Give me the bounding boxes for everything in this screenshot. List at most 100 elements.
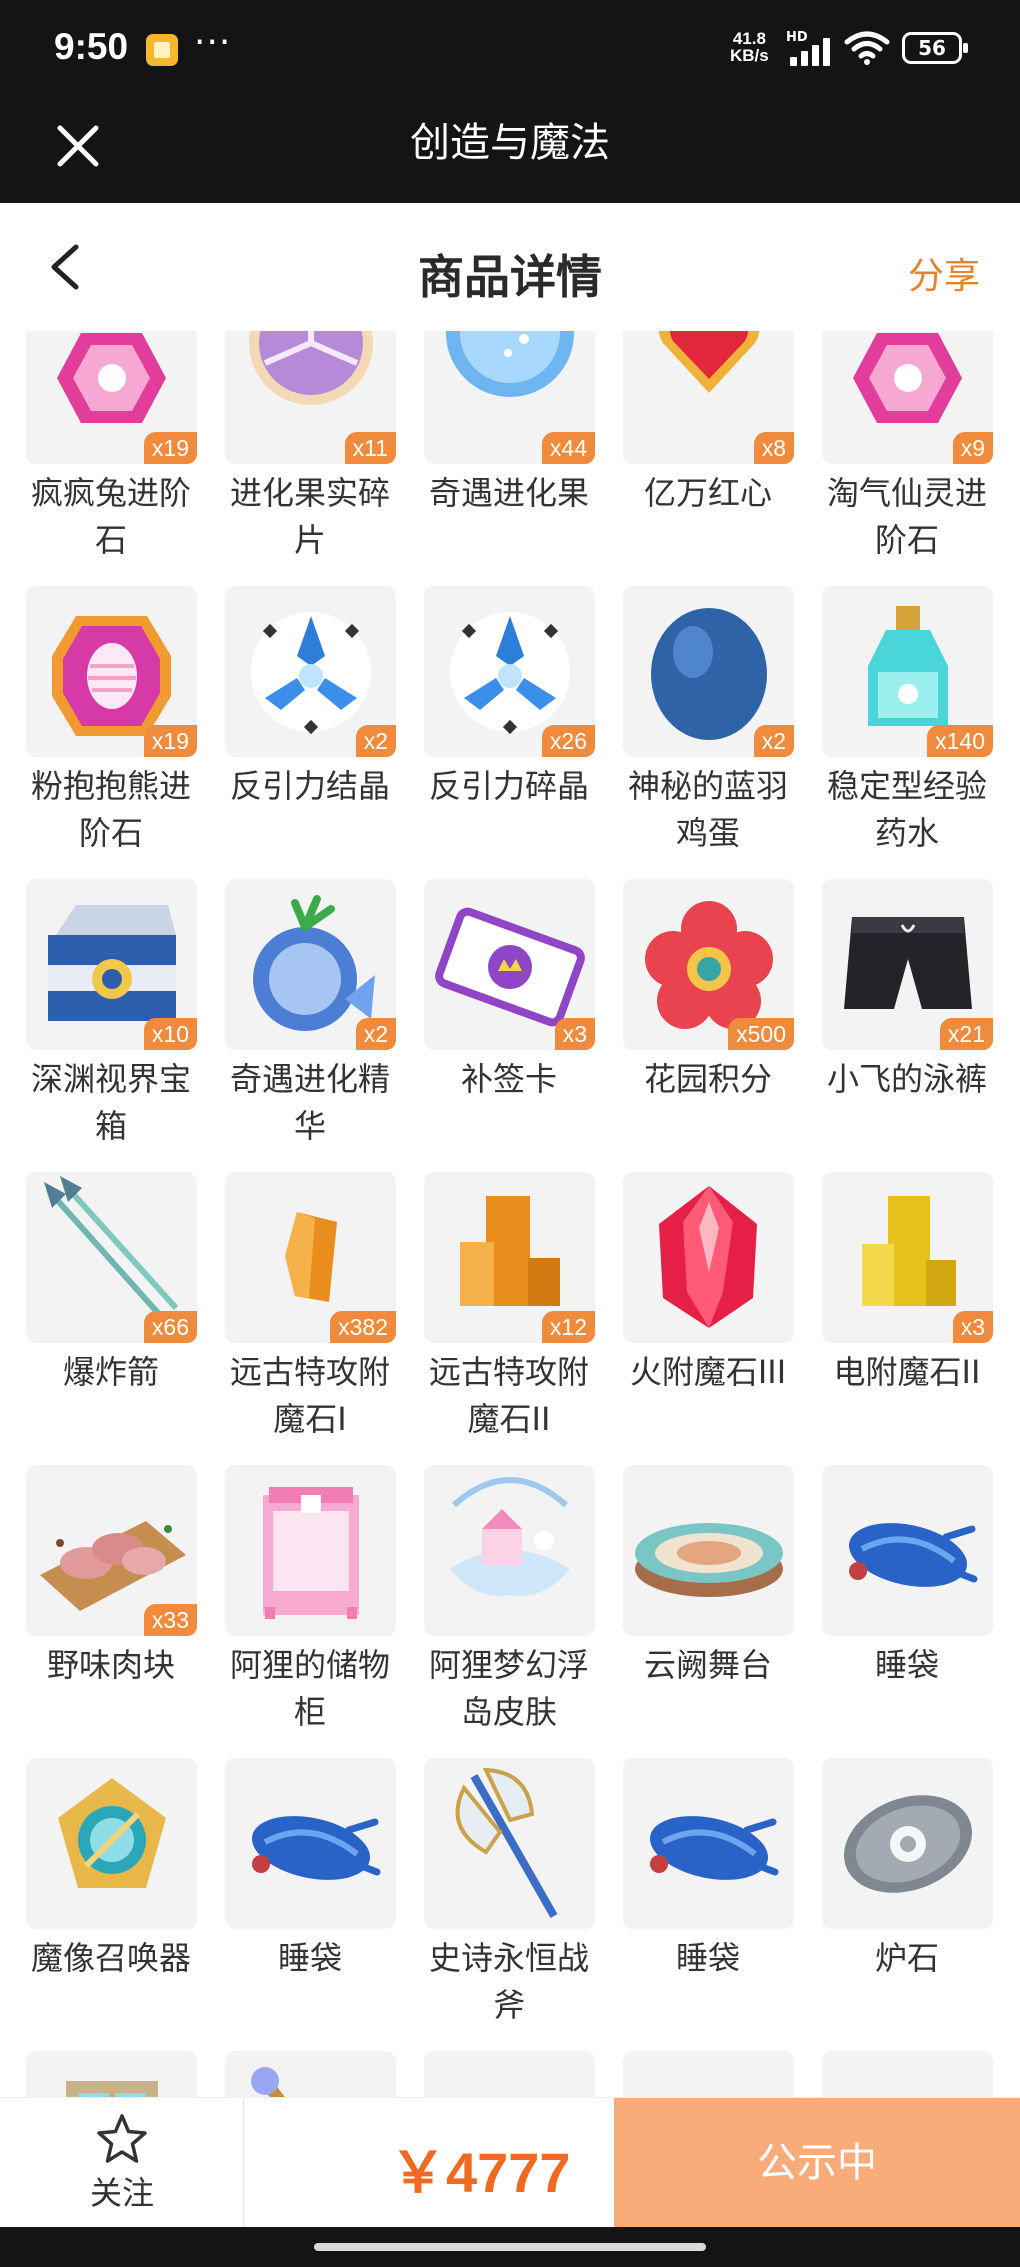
item-name: 神秘的蓝羽鸡蛋 xyxy=(627,767,788,852)
item-card[interactable]: x10 深渊视界宝箱 xyxy=(26,879,197,1172)
item-name: 远古特攻附魔石II xyxy=(428,1353,589,1438)
item-thumbnail xyxy=(424,2051,595,2097)
item-card[interactable]: x3 补签卡 xyxy=(424,879,595,1172)
item-count-badge: x140 xyxy=(927,725,993,757)
item-card[interactable]: x19 疯疯兔进阶石 xyxy=(26,331,197,586)
item-card[interactable]: 阿狸梦幻浮岛皮肤 xyxy=(424,1465,595,1758)
wifi-icon xyxy=(844,31,890,65)
item-card[interactable]: x44 奇遇进化果 xyxy=(424,331,595,586)
item-card[interactable]: x26 反引力碎晶 xyxy=(424,586,595,879)
item-card[interactable]: 魔像召唤器 xyxy=(26,1758,197,2051)
status-button[interactable]: 公示中 xyxy=(614,2098,1020,2228)
item-name: 奇遇进化果 xyxy=(428,474,589,512)
item-name: 补签卡 xyxy=(460,1060,557,1098)
item-count-badge: x2 xyxy=(355,1018,396,1050)
item-name: 阿狸梦幻浮岛皮肤 xyxy=(428,1646,589,1731)
items-grid: x19 疯疯兔进阶石 x11 进化果实碎片 x44 奇遇进化果 x8 亿万红心 x9 淘气仙灵进阶… xyxy=(26,331,996,2097)
item-count-badge: x9 xyxy=(952,432,993,464)
item-name: 史诗永恒战斧 xyxy=(428,1939,589,2024)
share-button[interactable]: 分享 xyxy=(908,247,980,299)
item-card[interactable]: x21 小飞的泳裤 xyxy=(822,879,993,1172)
page-title: 商品详情 xyxy=(418,250,602,304)
item-card[interactable]: x2 奇遇进化精华 xyxy=(225,879,396,1172)
item-card[interactable] xyxy=(225,2051,396,2097)
item-count-badge: x66 xyxy=(143,1311,197,1343)
item-card[interactable]: x500 花园积分 xyxy=(623,879,794,1172)
item-thumbnail: x500 xyxy=(623,879,794,1050)
item-name: 炉石 xyxy=(874,1939,939,1977)
item-card[interactable] xyxy=(26,2051,197,2097)
item-card[interactable]: 睡袋 xyxy=(822,1465,993,1758)
item-count-badge: x500 xyxy=(728,1018,794,1050)
item-card[interactable]: x19 粉抱抱熊进阶石 xyxy=(26,586,197,879)
item-count-badge: x26 xyxy=(541,725,595,757)
item-card[interactable]: 睡袋 xyxy=(225,1758,396,2051)
item-card[interactable]: x2 反引力结晶 xyxy=(225,586,396,879)
item-name: 火附魔石III xyxy=(629,1353,787,1391)
item-thumbnail xyxy=(822,2051,993,2097)
blue-sleeping-bag-icon xyxy=(848,1523,978,1587)
item-card[interactable]: x3 电附魔石II xyxy=(822,1172,993,1465)
item-name: 奇遇进化精华 xyxy=(229,1060,390,1145)
item-thumbnail: x19 xyxy=(26,586,197,757)
item-card[interactable]: 火附魔石III xyxy=(623,1172,794,1465)
item-name: 睡袋 xyxy=(277,1939,342,1977)
item-card[interactable]: 睡袋 xyxy=(623,1758,794,2051)
item-name: 花园积分 xyxy=(643,1060,772,1098)
item-count-badge: x8 xyxy=(753,432,794,464)
item-thumbnail: x10 xyxy=(26,879,197,1050)
item-card[interactable]: 云阙舞台 xyxy=(623,1465,794,1758)
item-card[interactable]: x33 野味肉块 xyxy=(26,1465,197,1758)
network-speed: 41.8 KB/s xyxy=(730,30,769,64)
item-card[interactable] xyxy=(424,2051,595,2097)
item-card[interactable]: x9 淘气仙灵进阶石 xyxy=(822,331,993,586)
item-card[interactable]: x11 进化果实碎片 xyxy=(225,331,396,586)
item-card[interactable]: x8 亿万红心 xyxy=(623,331,794,586)
item-count-badge: x33 xyxy=(143,1604,197,1636)
item-card[interactable] xyxy=(822,2051,993,2097)
item-thumbnail xyxy=(623,2051,794,2097)
item-card[interactable]: x12 远古特攻附魔石II xyxy=(424,1172,595,1465)
item-name: 稳定型经验药水 xyxy=(826,767,987,852)
round-stage-icon xyxy=(635,1523,783,1597)
item-thumbnail: x3 xyxy=(822,1172,993,1343)
home-indicator[interactable] xyxy=(314,2243,706,2251)
item-name: 睡袋 xyxy=(675,1939,740,1977)
item-card[interactable]: x2 神秘的蓝羽鸡蛋 xyxy=(623,586,794,879)
item-card[interactable] xyxy=(623,2051,794,2097)
item-thumbnail: x21 xyxy=(822,879,993,1050)
bottom-action-bar: 关注 ￥4777 公示中 xyxy=(0,2097,1020,2228)
item-thumbnail: x2 xyxy=(225,879,396,1050)
item-card[interactable]: x66 爆炸箭 xyxy=(26,1172,197,1465)
golem-summoner-icon xyxy=(58,1778,166,1888)
item-card[interactable]: 炉石 xyxy=(822,1758,993,2051)
item-thumbnail: x9 xyxy=(822,331,993,464)
items-grid-viewport[interactable]: x19 疯疯兔进阶石 x11 进化果实碎片 x44 奇遇进化果 x8 亿万红心 x9 淘气仙灵进阶… xyxy=(0,331,1020,2097)
item-thumbnail xyxy=(424,1758,595,1929)
item-card[interactable]: x140 稳定型经验药水 xyxy=(822,586,993,879)
battle-axe-icon xyxy=(455,1767,558,1918)
item-thumbnail: x2 xyxy=(225,586,396,757)
item-thumbnail: x19 xyxy=(26,331,197,464)
item-name: 反引力结晶 xyxy=(229,767,390,805)
item-thumbnail: x2 xyxy=(623,586,794,757)
item-card[interactable]: x382 远古特攻附魔石I xyxy=(225,1172,396,1465)
item-name: 电附魔石II xyxy=(833,1353,981,1391)
red-bag-icon xyxy=(623,2051,794,2097)
item-name: 睡袋 xyxy=(874,1646,939,1684)
item-count-badge: x2 xyxy=(753,725,794,757)
item-name: 进化果实碎片 xyxy=(229,474,390,559)
more-notifications-icon: ··· xyxy=(194,22,232,63)
status-time: 9:50 xyxy=(54,26,129,67)
item-thumbnail: x12 xyxy=(424,1172,595,1343)
item-card[interactable]: 阿狸的储物柜 xyxy=(225,1465,396,1758)
gesture-bar-area xyxy=(0,2227,1020,2267)
item-name: 爆炸箭 xyxy=(62,1353,159,1391)
item-thumbnail xyxy=(424,1465,595,1636)
item-count-badge: x12 xyxy=(541,1311,595,1343)
follow-button[interactable]: 关注 xyxy=(0,2098,244,2228)
item-card[interactable]: 史诗永恒战斧 xyxy=(424,1758,595,2051)
item-name: 疯疯兔进阶石 xyxy=(30,474,191,559)
item-name: 深渊视界宝箱 xyxy=(30,1060,191,1145)
item-name: 粉抱抱熊进阶石 xyxy=(30,767,191,852)
